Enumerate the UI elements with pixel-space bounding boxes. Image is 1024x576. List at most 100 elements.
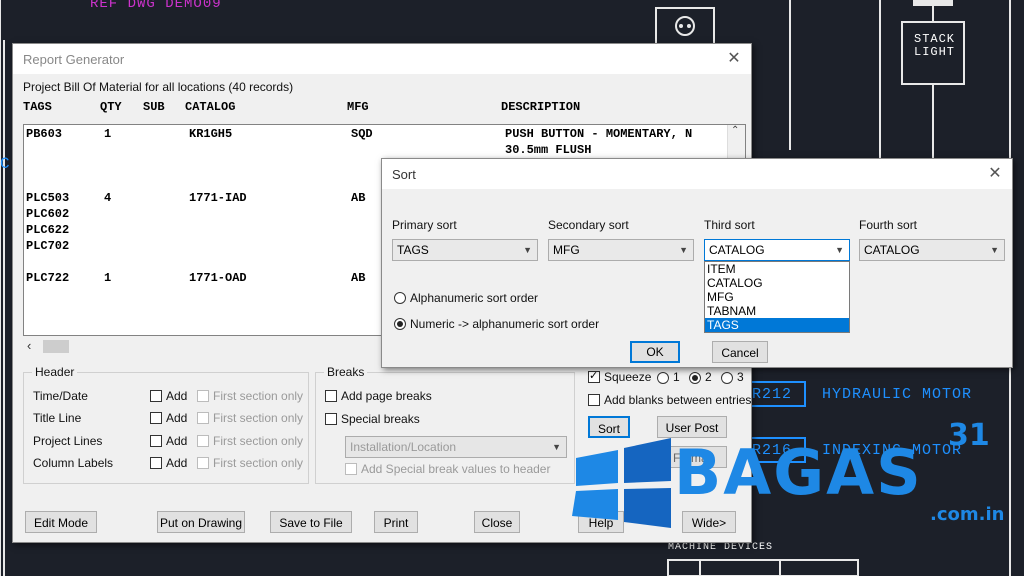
column-labels-first-label: First section only — [213, 456, 304, 470]
stack-light-label-1: STACK — [914, 32, 956, 46]
hydraulic-motor-label: HYDRAULIC MOTOR — [822, 386, 973, 403]
add-blanks-checkbox[interactable] — [588, 394, 600, 406]
alphanumeric-order-radio[interactable] — [394, 292, 406, 304]
put-on-drawing-button[interactable]: Put on Drawing — [157, 511, 245, 533]
column-header-tags: TAGS — [23, 100, 52, 114]
edit-mode-button[interactable]: Edit Mode — [25, 511, 97, 533]
row-mfg: AB — [351, 271, 366, 285]
sort-dialog-titlebar[interactable]: Sort ✕ — [382, 159, 1012, 189]
close-button[interactable]: Close — [474, 511, 520, 533]
project-lines-first-checkbox[interactable] — [197, 435, 209, 447]
break-type-select[interactable]: Installation/Location ▼ — [345, 436, 567, 458]
row-tag: PLC722 — [26, 271, 70, 285]
title-line-label: Title Line — [33, 411, 82, 425]
header-group-title: Header — [32, 365, 78, 379]
row-mfg: SQD — [351, 127, 373, 141]
secondary-sort-select[interactable]: MFG ▼ — [548, 239, 694, 261]
project-lines-add-checkbox[interactable] — [150, 435, 162, 447]
numeric-order-label: Numeric -> alphanumeric sort order — [410, 317, 600, 331]
special-breaks-label: Special breaks — [341, 412, 420, 426]
third-sort-select[interactable]: CATALOG ▼ — [704, 239, 850, 261]
ref-dwg-label: REF DWG DEMO09 — [90, 0, 222, 12]
squeeze-option-2-radio[interactable] — [689, 372, 701, 384]
project-lines-first-label: First section only — [213, 434, 304, 448]
column-header-description: DESCRIPTION — [501, 100, 581, 114]
print-button[interactable]: Print — [374, 511, 418, 533]
ok-button[interactable]: OK — [630, 341, 680, 363]
row-tag: PB603 — [26, 127, 63, 141]
project-lines-add-label: Add — [166, 434, 188, 448]
squeeze-checkbox[interactable]: ✓ — [588, 370, 600, 383]
time-date-add-checkbox[interactable] — [150, 390, 162, 402]
sort-dialog: Sort ✕ Primary sort Secondary sort Third… — [381, 158, 1013, 368]
sort-dialog-title: Sort — [392, 166, 416, 182]
add-page-breaks-label: Add page breaks — [341, 389, 432, 403]
row-catalog: KR1GH5 — [189, 127, 233, 141]
row-qty: 1 — [104, 127, 112, 141]
squeeze-label: Squeeze — [604, 370, 652, 384]
cad-left-letter: C — [0, 155, 11, 173]
dropdown-option-mfg[interactable]: MFG — [705, 290, 849, 304]
chevron-down-icon: ▼ — [835, 245, 844, 255]
machine-devices-label: MACHINE DEVICES — [668, 542, 774, 553]
report-close-icon[interactable]: ✕ — [723, 48, 745, 70]
report-summary: Project Bill Of Material for all locatio… — [23, 80, 294, 94]
special-breaks-checkbox[interactable] — [325, 413, 337, 425]
project-lines-label: Project Lines — [33, 434, 103, 448]
break-type-value: Installation/Location — [350, 440, 457, 454]
column-labels-add-label: Add — [166, 456, 188, 470]
scroll-left-icon[interactable]: ‹ — [27, 338, 31, 353]
add-special-checkbox[interactable] — [345, 463, 357, 475]
scroll-up-icon[interactable]: ⌃ — [731, 125, 739, 136]
time-date-first-label: First section only — [213, 389, 304, 403]
cancel-button[interactable]: Cancel — [712, 341, 768, 363]
squeeze-option-1-radio[interactable] — [657, 372, 669, 384]
squeeze-option-3-radio[interactable] — [721, 372, 733, 384]
horizontal-scrollbar[interactable]: ‹ — [23, 338, 383, 355]
row-catalog: 1771-IAD — [189, 191, 247, 205]
watermark-brand: BAGAS — [674, 436, 923, 509]
breaks-group-title: Breaks — [324, 365, 368, 379]
add-blanks-label: Add blanks between entries — [604, 393, 752, 407]
numeric-order-radio[interactable] — [394, 318, 406, 330]
primary-sort-select[interactable]: TAGS ▼ — [392, 239, 538, 261]
sort-close-icon[interactable]: ✕ — [984, 163, 1006, 185]
report-generator-title: Report Generator — [23, 51, 125, 67]
row-tag: PLC602 — [26, 207, 70, 221]
column-labels-label: Column Labels — [33, 456, 114, 470]
column-labels-first-checkbox[interactable] — [197, 457, 209, 469]
dropdown-option-item[interactable]: ITEM — [705, 262, 849, 276]
chevron-down-icon: ▼ — [523, 245, 532, 255]
row-mfg: AB — [351, 191, 366, 205]
title-line-add-checkbox[interactable] — [150, 412, 162, 424]
r212-tag: R212 — [752, 386, 793, 403]
fourth-sort-select[interactable]: CATALOG ▼ — [859, 239, 1005, 261]
column-labels-add-checkbox[interactable] — [150, 457, 162, 469]
time-date-first-checkbox[interactable] — [197, 390, 209, 402]
row-description-2: 30.5mm FLUSH — [505, 143, 592, 157]
row-qty: 1 — [104, 271, 112, 285]
column-header-qty: QTY — [100, 100, 122, 114]
third-sort-dropdown-list[interactable]: ITEM CATALOG MFG TABNAM TAGS — [704, 261, 850, 333]
dropdown-option-tags[interactable]: TAGS — [705, 318, 849, 332]
column-header-catalog: CATALOG — [185, 100, 236, 114]
row-tag: PLC702 — [26, 239, 70, 253]
secondary-sort-label: Secondary sort — [548, 218, 629, 232]
stack-light-label-2: LIGHT — [914, 45, 956, 59]
report-generator-titlebar[interactable]: Report Generator ✕ — [13, 44, 751, 74]
scroll-thumb[interactable] — [43, 340, 69, 353]
fourth-sort-label: Fourth sort — [859, 218, 918, 232]
alphanumeric-order-label: Alphanumeric sort order — [410, 291, 539, 305]
add-page-breaks-checkbox[interactable] — [325, 390, 337, 402]
chevron-down-icon: ▼ — [552, 442, 561, 452]
dropdown-option-tabnam[interactable]: TABNAM — [705, 304, 849, 318]
save-to-file-button[interactable]: Save to File — [270, 511, 352, 533]
row-tag: PLC622 — [26, 223, 70, 237]
chevron-down-icon: ▼ — [990, 245, 999, 255]
time-date-label: Time/Date — [33, 389, 88, 403]
dropdown-option-catalog[interactable]: CATALOG — [705, 276, 849, 290]
title-line-first-checkbox[interactable] — [197, 412, 209, 424]
time-date-add-label: Add — [166, 389, 188, 403]
secondary-sort-value: MFG — [553, 243, 580, 257]
squeeze-option-2-label: 2 — [705, 370, 712, 384]
